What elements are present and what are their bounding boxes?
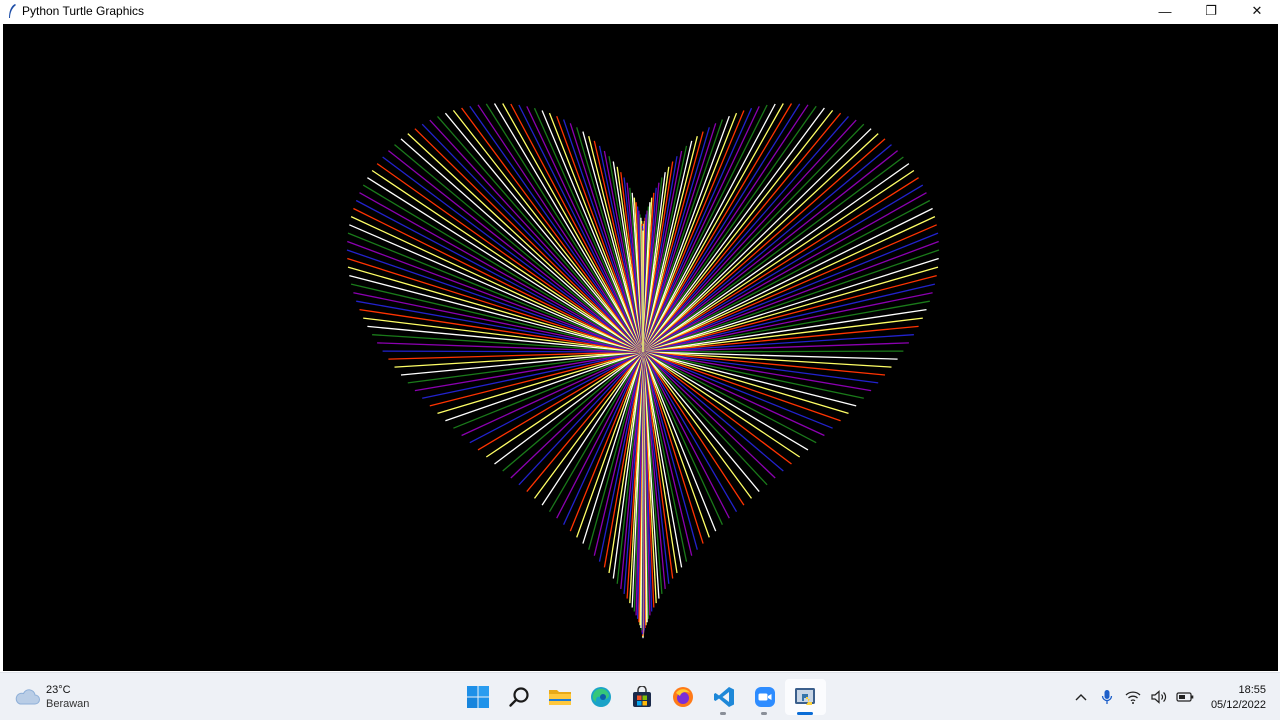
heart-artwork	[346, 103, 940, 639]
zoom-icon	[754, 687, 775, 707]
start-button[interactable]	[457, 679, 498, 715]
store-icon	[632, 686, 651, 707]
title-bar[interactable]: Python Turtle Graphics — ❐ ✕	[0, 0, 1280, 22]
vscode-button[interactable]	[703, 679, 744, 715]
weather-widget[interactable]: 23°C Berawan	[14, 683, 89, 711]
running-indicator	[720, 712, 726, 715]
wifi-icon[interactable]	[1120, 685, 1146, 709]
system-clock[interactable]: 18:55 05/12/2022	[1211, 683, 1266, 713]
speaker-icon[interactable]	[1146, 685, 1172, 709]
battery-icon[interactable]	[1172, 685, 1198, 709]
restore-button[interactable]: ❐	[1188, 0, 1234, 22]
firefox-button[interactable]	[662, 679, 703, 715]
folder-icon	[548, 690, 571, 705]
edge-icon	[590, 687, 611, 707]
zoom-button[interactable]	[744, 679, 785, 715]
weather-temperature: 23°C	[46, 684, 71, 696]
feather-icon	[9, 4, 16, 18]
microphone-icon[interactable]	[1094, 685, 1120, 709]
running-indicator	[761, 712, 767, 715]
firefox-icon	[672, 687, 693, 707]
active-indicator	[797, 712, 813, 715]
heart-ray	[642, 350, 904, 353]
python-icon	[794, 688, 815, 705]
chevron-up-icon[interactable]	[1068, 685, 1094, 709]
search-button[interactable]	[498, 679, 539, 715]
windows-logo-icon	[466, 686, 489, 708]
turtle-canvas[interactable]	[3, 24, 1278, 671]
search-icon	[508, 687, 529, 707]
turtle-window: Python Turtle Graphics — ❐ ✕	[0, 0, 1280, 672]
weather-description: Berawan	[46, 698, 90, 710]
cloud-icon	[15, 689, 40, 705]
vscode-icon	[713, 687, 734, 707]
clock-time: 18:55	[1238, 684, 1266, 696]
file-explorer-button[interactable]	[539, 679, 580, 715]
taskbar: 23°C Berawan 18:55 05/12/2022	[0, 672, 1280, 720]
python-button[interactable]	[785, 679, 826, 715]
window-title: Python Turtle Graphics	[22, 4, 145, 18]
minimize-button[interactable]: —	[1142, 0, 1188, 22]
store-button[interactable]	[621, 679, 662, 715]
edge-button[interactable]	[580, 679, 621, 715]
close-button[interactable]: ✕	[1234, 0, 1280, 22]
clock-date: 05/12/2022	[1210, 699, 1266, 711]
